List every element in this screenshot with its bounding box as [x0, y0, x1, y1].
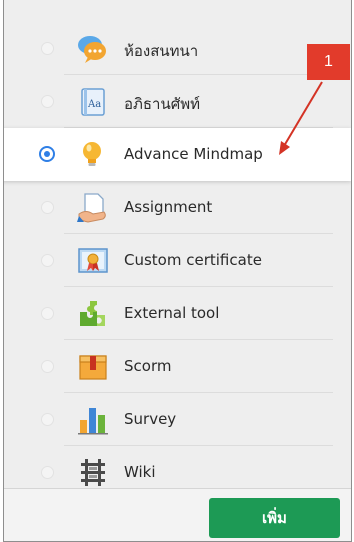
activity-label: Survey	[124, 410, 177, 428]
certificate-icon	[76, 245, 110, 277]
activity-label: External tool	[124, 304, 220, 322]
activity-item-assignment[interactable]: Assignment	[4, 181, 351, 234]
activity-label: อภิธานศัพท์	[124, 95, 201, 113]
activity-list: ห้องสนทนา Aa อภิธานศัพท์ Advance Mindmap…	[4, 0, 351, 488]
assignment-icon	[76, 192, 110, 224]
activity-item-advance-mindmap[interactable]: Advance Mindmap	[4, 128, 351, 181]
annotation-badge: 1	[307, 44, 350, 80]
activity-label: Assignment	[124, 198, 213, 216]
activity-radio[interactable]	[41, 42, 54, 55]
activity-radio[interactable]	[41, 413, 54, 426]
activity-item-external-tool[interactable]: External tool	[4, 287, 351, 340]
activity-item-glossary[interactable]: Aa อภิธานศัพท์	[4, 75, 351, 128]
activity-radio[interactable]	[41, 95, 54, 108]
activity-radio[interactable]	[41, 201, 54, 214]
activity-label: Advance Mindmap	[124, 145, 263, 163]
activity-item-wiki[interactable]: Wiki	[4, 446, 351, 488]
activity-label: Wiki	[124, 463, 156, 481]
activity-radio-selected[interactable]	[39, 146, 55, 162]
survey-chart-icon	[76, 404, 110, 436]
glossary-icon: Aa	[76, 86, 110, 118]
activity-item-survey[interactable]: Survey	[4, 393, 351, 446]
lightbulb-icon	[76, 139, 110, 171]
activity-radio[interactable]	[41, 466, 54, 479]
scorm-package-icon	[76, 351, 110, 383]
activity-chooser-panel: ห้องสนทนา Aa อภิธานศัพท์ Advance Mindmap…	[3, 0, 352, 542]
add-button[interactable]: เพิ่ม	[209, 498, 340, 538]
activity-label: ห้องสนทนา	[124, 42, 199, 60]
activity-label: Scorm	[124, 357, 172, 375]
activity-radio[interactable]	[41, 254, 54, 267]
chat-icon	[76, 33, 110, 65]
puzzle-icon	[76, 298, 110, 330]
activity-item-chat[interactable]: ห้องสนทนา	[4, 22, 351, 75]
wiki-icon	[76, 457, 110, 488]
activity-radio[interactable]	[41, 360, 54, 373]
dialog-footer: เพิ่ม	[4, 488, 351, 541]
svg-text:Aa: Aa	[87, 99, 101, 110]
activity-item-custom-certificate[interactable]: Custom certificate	[4, 234, 351, 287]
activity-label: Custom certificate	[124, 251, 262, 269]
activity-radio[interactable]	[41, 307, 54, 320]
activity-item-scorm[interactable]: Scorm	[4, 340, 351, 393]
